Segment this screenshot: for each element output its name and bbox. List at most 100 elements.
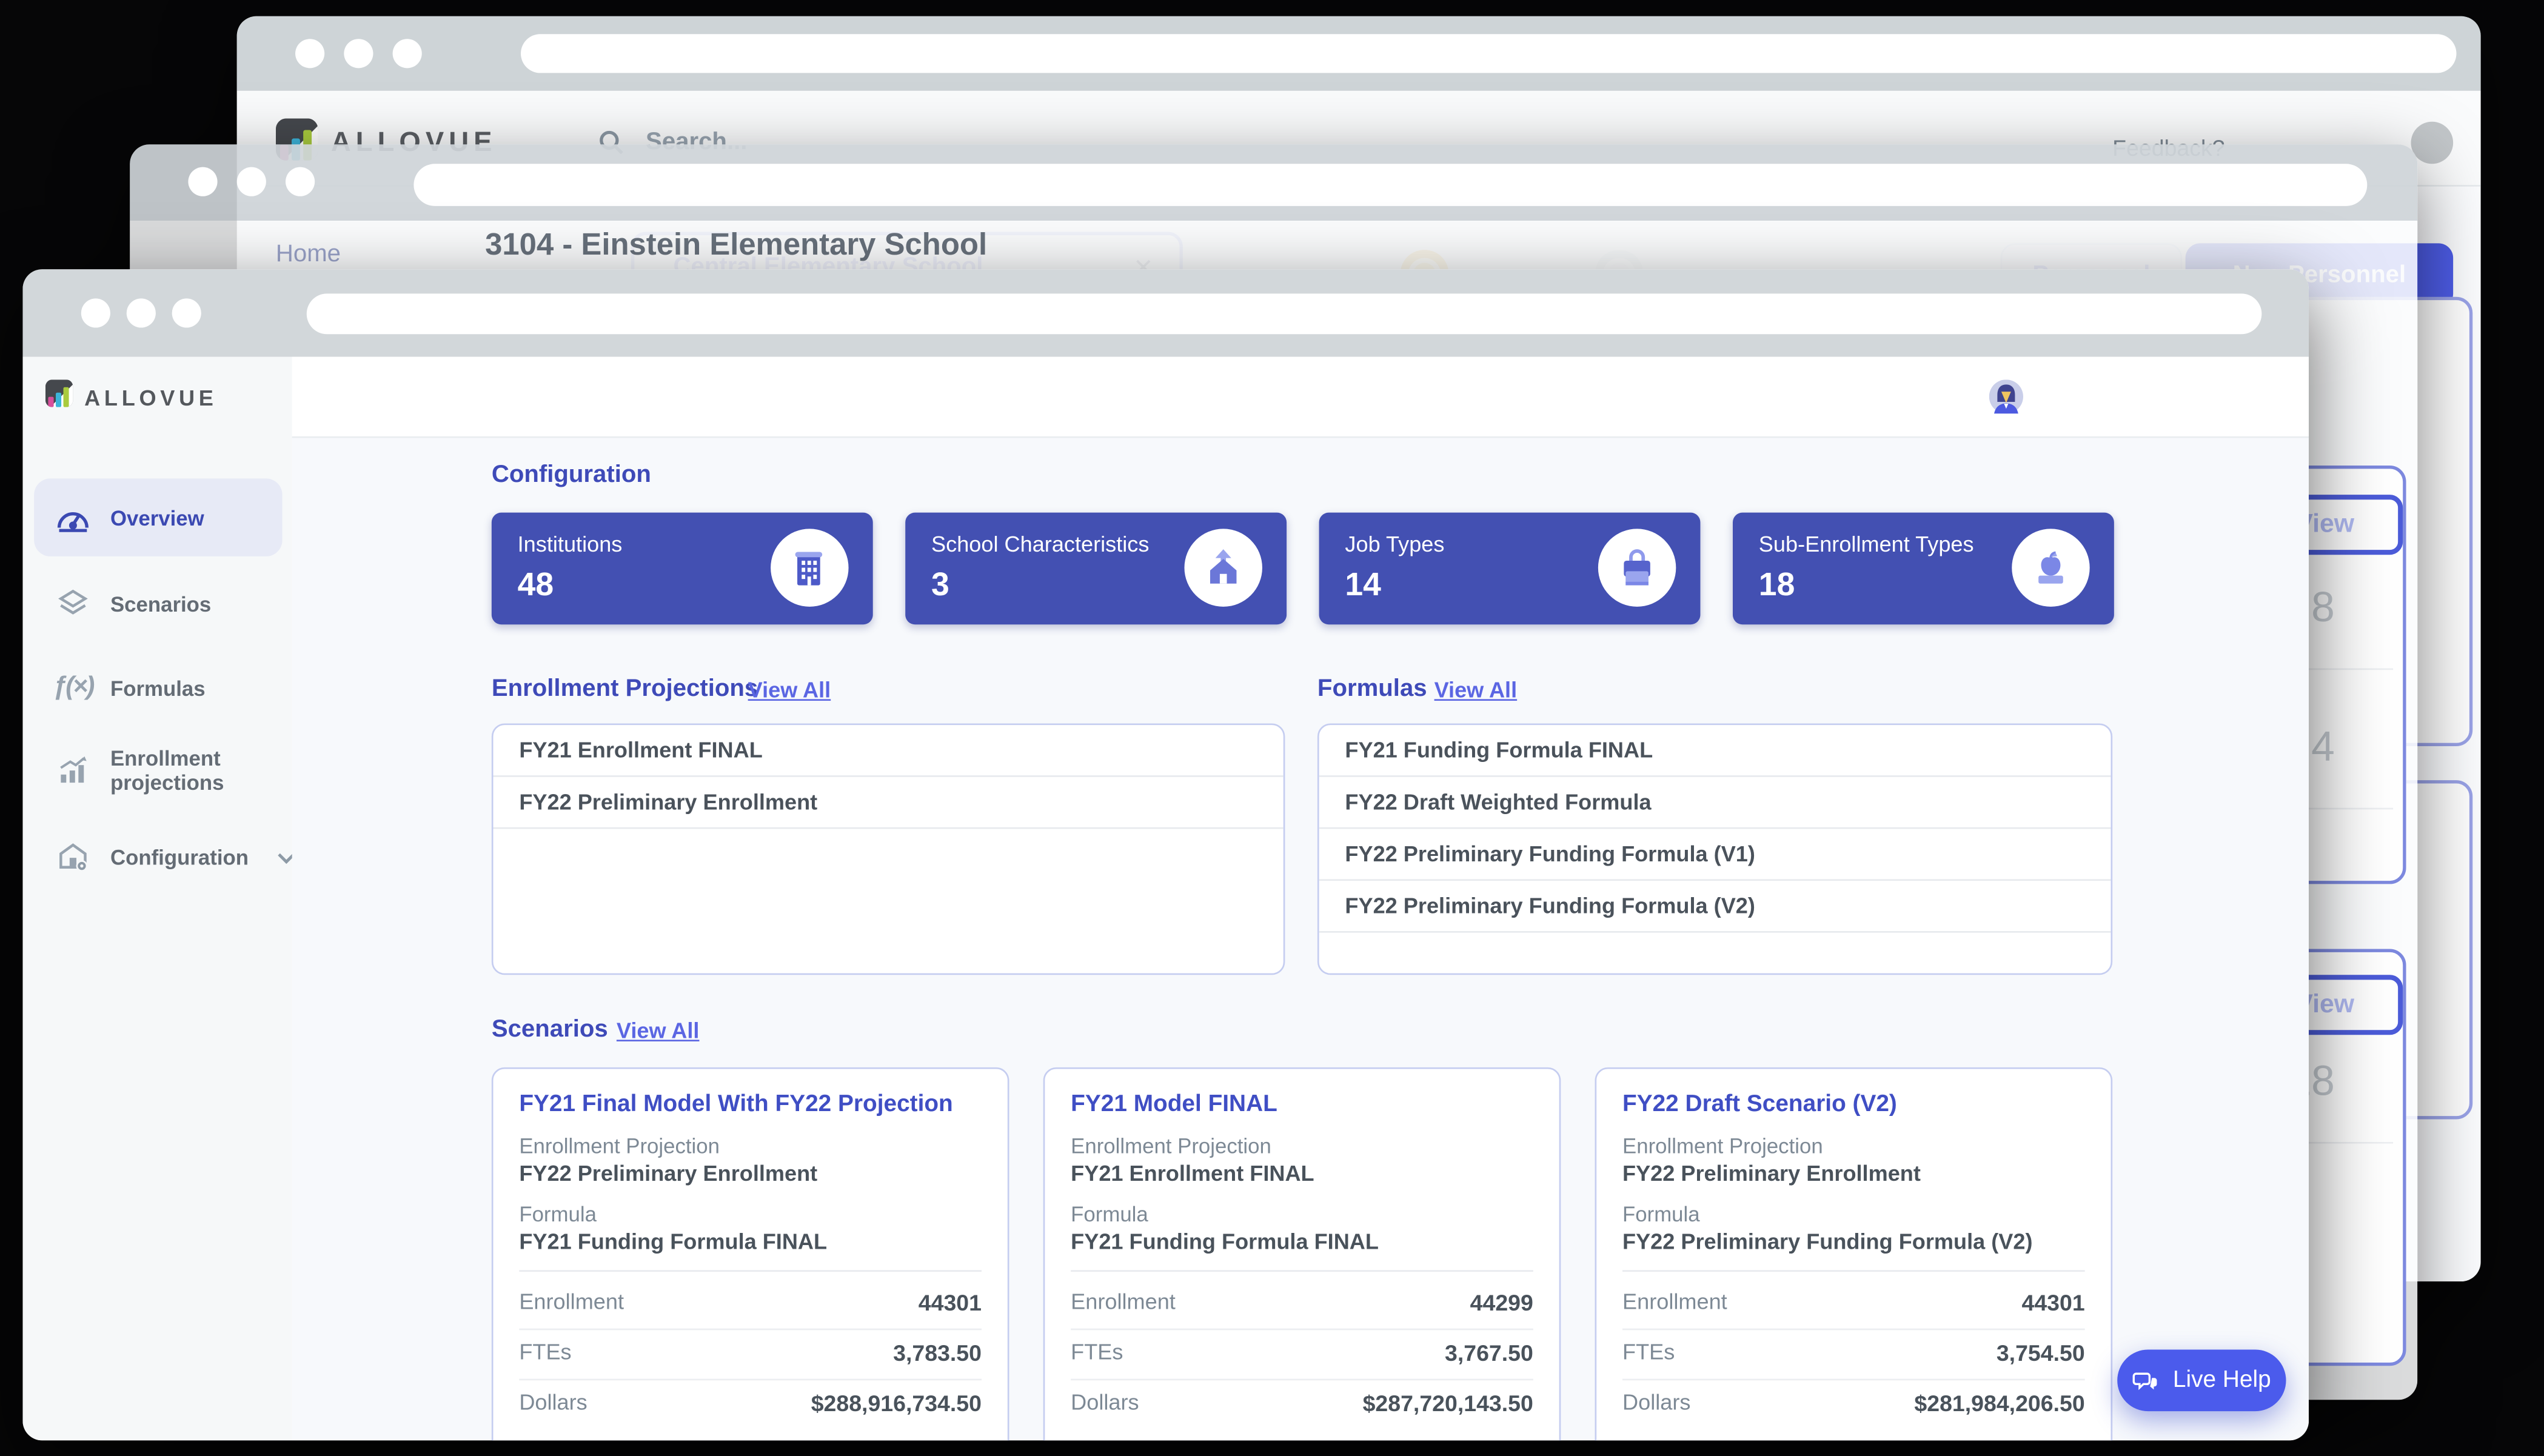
list-item[interactable]: FY22 Preliminary Enrollment (494, 777, 1284, 829)
screenshot-canvas: ALLOVUE Feedback? Central Elementary Sch… (0, 0, 2544, 1456)
stat-card-sub-enrollment-types[interactable]: Sub-Enrollment Types 18 (1733, 513, 2114, 625)
table-row: Dollars$288,916,734.50 (519, 1390, 982, 1412)
section-heading-enrollment-projections: Enrollment Projections (492, 675, 758, 702)
traffic-light-icon[interactable] (81, 298, 110, 327)
sidebar-item-enrollment-projections[interactable]: Enrollment projections (34, 732, 282, 809)
briefcase-icon (1598, 529, 1676, 606)
field-label: Enrollment Projection (1071, 1134, 1271, 1158)
list-item[interactable]: FY22 Preliminary Funding Formula (V1) (1319, 829, 2111, 881)
stat-label: Job Types (1345, 532, 1444, 556)
view-all-link[interactable]: View All (617, 1019, 700, 1043)
section-heading-formulas: Formulas (1317, 675, 1427, 702)
field-label: Formula (1622, 1202, 1700, 1226)
sidebar-item-scenarios[interactable]: Scenarios (34, 564, 282, 642)
stat-value: 48 (518, 568, 554, 606)
stat-label: School Characteristics (931, 532, 1149, 556)
sidebar-item-formulas[interactable]: ƒ(×) Formulas (34, 649, 282, 726)
traffic-light-icon[interactable] (393, 39, 422, 68)
list-item[interactable]: FY22 Preliminary Funding Formula (V2) (1319, 881, 2111, 933)
sidebar-item-configuration[interactable]: Configuration (34, 818, 282, 895)
view-all-link[interactable]: View All (748, 678, 831, 703)
stat-value: 14 (1345, 568, 1381, 606)
field-label: Enrollment Projection (1622, 1134, 1823, 1158)
main-content: Configuration Institutions 48 School Cha… (292, 357, 2309, 1441)
field-label: Formula (1071, 1202, 1148, 1226)
scenario-card[interactable]: FY21 Final Model With FY22 Projection En… (492, 1067, 1009, 1440)
user-avatar[interactable] (1989, 379, 2023, 413)
stat-card-school-characteristics[interactable]: School Characteristics 3 (905, 513, 1287, 625)
scenario-title: FY21 Model FINAL (1071, 1092, 1536, 1118)
apple-book-icon (2012, 529, 2089, 606)
scenario-title: FY22 Draft Scenario (V2) (1622, 1092, 2088, 1118)
browser-window-front: ALLOVUE Overview Scenarios ƒ(×) Formulas (22, 269, 2309, 1440)
address-bar[interactable] (521, 34, 2456, 73)
traffic-light-icon[interactable] (344, 39, 373, 68)
field-value: FY22 Preliminary Enrollment (1622, 1161, 1921, 1186)
bar-chart-trend-icon (55, 754, 91, 787)
stat-card-job-types[interactable]: Job Types 14 (1319, 513, 1701, 625)
back-titlebar (237, 16, 2481, 91)
chat-icon (2132, 1368, 2161, 1394)
sidebar-item-label: Overview (110, 506, 204, 530)
sidebar-item-label: Configuration (110, 844, 249, 869)
address-bar[interactable] (307, 293, 2262, 334)
schoolhouse-icon (1184, 529, 1262, 606)
brand-name: ALLOVUE (84, 386, 217, 410)
view-all-link[interactable]: View All (1434, 678, 1518, 703)
live-help-label: Live Help (2173, 1368, 2271, 1394)
sidebar-item-overview[interactable]: Overview (34, 478, 282, 556)
field-value: FY21 Funding Formula FINAL (1071, 1229, 1379, 1254)
stat-card-institutions[interactable]: Institutions 48 (492, 513, 873, 625)
table-row: Enrollment44301 (1622, 1289, 2085, 1312)
table-row: FTEs3,783.50 (519, 1340, 982, 1362)
school-gear-icon (55, 840, 91, 873)
front-titlebar (22, 269, 2309, 357)
field-value: FY22 Preliminary Funding Formula (V2) (1622, 1229, 2032, 1254)
summary-value: 8 (2311, 583, 2335, 633)
field-value: FY21 Funding Formula FINAL (519, 1229, 827, 1254)
speedometer-icon (55, 503, 91, 532)
field-label: Formula (519, 1202, 597, 1226)
middle-titlebar (130, 144, 2417, 221)
traffic-light-icon[interactable] (172, 298, 201, 327)
home-nav-link[interactable]: Home (276, 240, 341, 267)
layers-diamond-icon (55, 587, 91, 620)
stat-value: 3 (931, 568, 949, 606)
table-row: FTEs3,754.50 (1622, 1340, 2085, 1362)
stat-label: Institutions (518, 532, 623, 556)
sidebar: ALLOVUE Overview Scenarios ƒ(×) Formulas (22, 357, 292, 1441)
field-value: FY22 Preliminary Enrollment (519, 1161, 817, 1186)
scenario-card[interactable]: FY21 Model FINAL Enrollment Projection F… (1043, 1067, 1561, 1440)
section-heading-configuration: Configuration (492, 461, 651, 488)
enrollment-projections-list: FY21 Enrollment FINAL FY22 Preliminary E… (492, 724, 1285, 975)
user-avatar[interactable] (2411, 122, 2454, 164)
sidebar-item-label: Formulas (110, 676, 206, 700)
stat-value: 18 (1759, 568, 1795, 606)
fx-formula-icon: ƒ(×) (55, 673, 91, 703)
traffic-light-icon[interactable] (237, 167, 266, 196)
table-row: Dollars$287,720,143.50 (1071, 1390, 1533, 1412)
page-title: 3104 - Einstein Elementary School (485, 229, 987, 264)
address-bar[interactable] (413, 164, 2367, 206)
scenario-card[interactable]: FY22 Draft Scenario (V2) Enrollment Proj… (1595, 1067, 2113, 1440)
building-icon (771, 529, 848, 606)
list-item[interactable]: FY21 Funding Formula FINAL (1319, 725, 2111, 777)
traffic-light-icon[interactable] (286, 167, 315, 196)
table-row: Dollars$281,984,206.50 (1622, 1390, 2085, 1412)
list-item[interactable]: FY21 Enrollment FINAL (494, 725, 1284, 777)
traffic-light-icon[interactable] (295, 39, 324, 68)
live-help-button[interactable]: Live Help (2117, 1349, 2286, 1411)
field-value: FY21 Enrollment FINAL (1071, 1161, 1314, 1186)
section-heading-scenarios: Scenarios (492, 1015, 608, 1043)
traffic-light-icon[interactable] (188, 167, 217, 196)
formulas-list: FY21 Funding Formula FINAL FY22 Draft We… (1317, 724, 2112, 975)
table-row: FTEs3,767.50 (1071, 1340, 1533, 1362)
field-label: Enrollment Projection (519, 1134, 720, 1158)
summary-value: 4 (2311, 722, 2335, 772)
traffic-light-icon[interactable] (127, 298, 156, 327)
table-row: Enrollment44301 (519, 1289, 982, 1312)
list-item[interactable]: FY22 Draft Weighted Formula (1319, 777, 2111, 829)
sidebar-item-label: Scenarios (110, 591, 211, 615)
content-header (292, 357, 2309, 438)
allovue-logo-icon (45, 379, 73, 415)
